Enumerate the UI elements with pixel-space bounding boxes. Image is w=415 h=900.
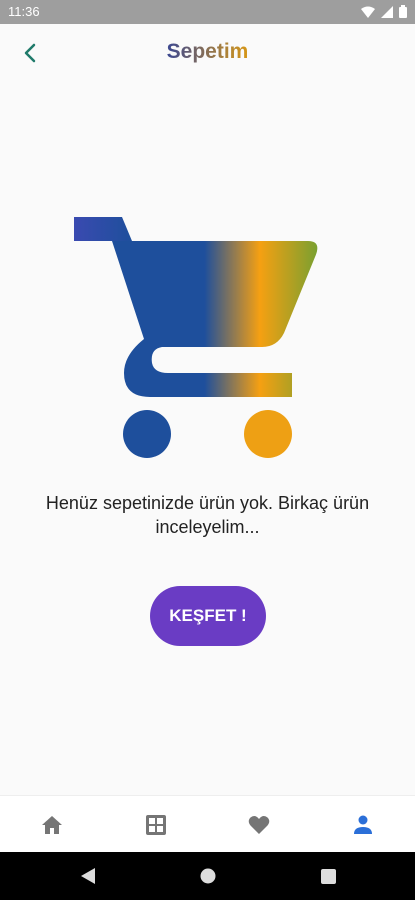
app-bar: Sepetim bbox=[0, 24, 415, 82]
cart-wheel-left bbox=[123, 410, 171, 458]
explore-button[interactable]: KEŞFET ! bbox=[150, 586, 266, 646]
back-icon bbox=[81, 868, 95, 884]
person-icon bbox=[354, 815, 373, 834]
empty-cart-message: Henüz sepetinizde ürün yok. Birkaç ürün … bbox=[45, 493, 370, 537]
signal-icon bbox=[381, 5, 393, 18]
nav-item-favorites[interactable] bbox=[229, 800, 289, 850]
home-icon bbox=[41, 815, 62, 834]
status-time: 11:36 bbox=[8, 4, 40, 19]
home-circle-icon bbox=[200, 868, 216, 884]
system-recents-button[interactable] bbox=[316, 864, 340, 888]
page-title: Sepetim bbox=[0, 40, 415, 64]
status-bar: 11:36 bbox=[0, 0, 415, 24]
nav-item-home[interactable] bbox=[22, 800, 82, 850]
heart-icon bbox=[249, 815, 270, 834]
battery-icon bbox=[399, 5, 407, 18]
wifi-icon bbox=[361, 6, 375, 18]
recents-icon bbox=[320, 868, 336, 884]
shopping-cart-icon bbox=[74, 217, 318, 458]
grid-icon bbox=[145, 814, 166, 835]
nav-item-profile[interactable] bbox=[333, 800, 393, 850]
system-back-button[interactable] bbox=[76, 864, 100, 888]
system-navigation-bar bbox=[0, 852, 415, 900]
cart-wheel-right bbox=[244, 410, 292, 458]
status-icons bbox=[361, 5, 407, 18]
system-home-button[interactable] bbox=[196, 864, 220, 888]
bottom-navigation bbox=[0, 795, 415, 853]
empty-cart-illustration bbox=[72, 215, 320, 460]
nav-item-categories[interactable] bbox=[126, 800, 186, 850]
